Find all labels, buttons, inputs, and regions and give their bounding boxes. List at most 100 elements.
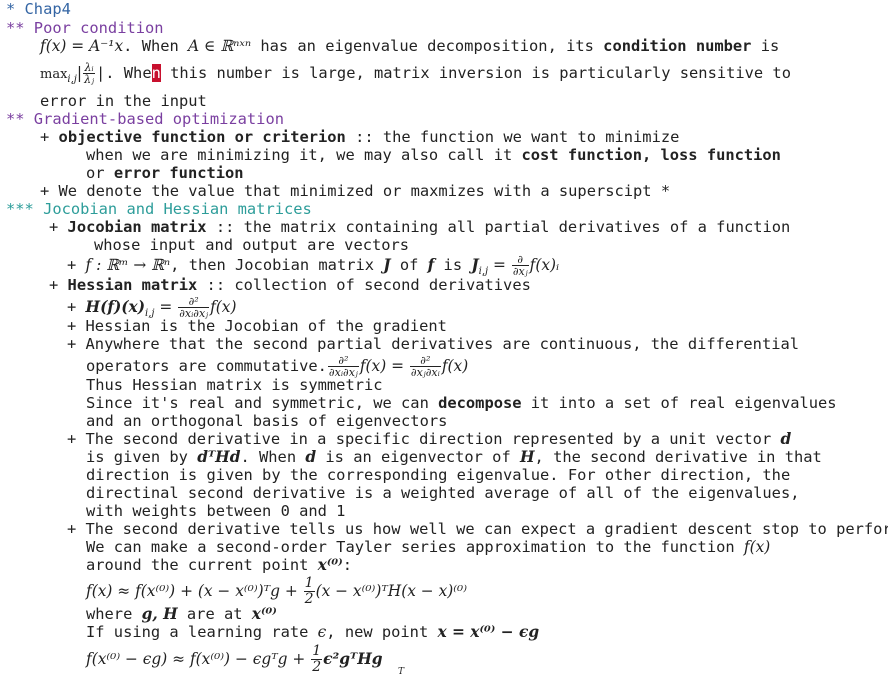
math-inline: H(f)(x) <box>85 298 146 316</box>
math-subscript: i,j <box>67 74 77 86</box>
text-line: or error function <box>86 164 244 182</box>
math-fraction: ∂² ∂xⱼ∂xᵢ <box>409 355 441 379</box>
math-inline: f(x) ≈ f(x⁽⁰⁾) + (x − x⁽⁰⁾)ᵀg + <box>86 582 303 600</box>
heading-poor-condition[interactable]: ** Poor condition <box>6 19 164 37</box>
list-item: + The second derivative tells us how wel… <box>67 520 888 538</box>
equation-line: f(x) ≈ f(x⁽⁰⁾) + (x − x⁽⁰⁾)ᵀg + 1 2 (x − x… <box>86 574 467 608</box>
cut-off-math-fragment: T <box>398 667 405 677</box>
math-fraction: 12 <box>311 643 323 675</box>
bold-term: Jocobian matrix <box>67 218 207 236</box>
text-line: If using a learning rate ϵ, new point x … <box>86 623 539 641</box>
text-fragment: :: the matrix containing all partial der… <box>206 218 791 236</box>
text-fragment: : <box>342 556 353 574</box>
heading-jacobian-hessian[interactable]: *** Jocobian and Hessian matrices <box>6 200 312 218</box>
fraction-numerator: 1 <box>303 575 315 592</box>
list-item: + Hessian matrix :: collection of second… <box>49 276 531 294</box>
math-fraction: 12 <box>303 575 315 607</box>
text-fragment: We can make a second-order Tayler series… <box>86 538 744 556</box>
math-fraction: λᵢ λⱼ <box>83 62 95 85</box>
text-fragment: Since it's real and symmetric, we can <box>86 394 439 412</box>
fraction-denominator: 2 <box>312 659 322 675</box>
text-fragment: , new point <box>326 623 438 641</box>
text-fragment: is given by <box>86 448 198 466</box>
text-fragment: it into a set of real eigenvalues <box>521 394 837 412</box>
math-inline: f(x) = A⁻¹x <box>40 37 124 55</box>
text-line: Thus Hessian matrix is symmetric <box>86 376 383 394</box>
math-inline: f : ℝᵐ → ℝⁿ <box>85 256 171 274</box>
text-line: with weights between 0 and 1 <box>86 502 346 520</box>
text-line: when we are minimizing it, we may also c… <box>86 146 781 164</box>
text-fragment: . When <box>123 37 189 55</box>
math-operator: = <box>488 256 511 274</box>
fraction-numerator: 1 <box>311 643 323 660</box>
text-fragment: . When <box>240 448 306 466</box>
text-line: error in the input <box>40 92 207 110</box>
math-inline: x⁽⁰⁾ <box>317 556 343 574</box>
fraction-denominator: 2 <box>304 591 314 607</box>
math-inline: f(x) = <box>359 357 409 375</box>
heading-gradient-optimization[interactable]: ** Gradient-based optimization <box>6 110 284 128</box>
text-fragment: is <box>751 37 780 55</box>
text-fragment: is <box>434 256 472 274</box>
text-fragment: :: the function we want to minimize <box>345 128 680 146</box>
heading-chap4[interactable]: * Chap4 <box>6 0 71 18</box>
bullet: + <box>67 298 86 316</box>
bullet: + <box>67 256 86 274</box>
math-inline: f(x) <box>441 357 469 375</box>
math-inline: d <box>305 448 317 466</box>
math-inline: g, H <box>141 605 178 623</box>
text-fragment: , the second derivative in that <box>534 448 822 466</box>
text-fragment: |. Whe <box>95 64 152 82</box>
math-inline: A ∈ ℝⁿˣⁿ <box>188 37 252 55</box>
list-item: + Jocobian matrix :: the matrix containi… <box>49 218 790 236</box>
text-fragment: of <box>390 256 428 274</box>
math-inline: d <box>780 430 792 448</box>
list-item: + Anywhere that the second partial deriv… <box>67 335 800 353</box>
text-fragment: where <box>86 605 142 623</box>
math-inline: f(x) <box>210 298 237 316</box>
text-fragment: or <box>86 164 114 182</box>
bullet: + <box>49 218 68 236</box>
text-line: directinal second derivative is a weight… <box>86 484 800 502</box>
bold-term: condition number <box>603 37 752 55</box>
math-inline: x = x⁽⁰⁾ − ϵg <box>437 623 540 641</box>
text-line: f(x) = A⁻¹x. When A ∈ ℝⁿˣⁿ has an eigenv… <box>40 37 779 55</box>
bullet: + <box>49 276 68 294</box>
text-line: Since it's real and symmetric, we can de… <box>86 394 837 412</box>
math-fraction: ∂² ∂xᵢ∂xⱼ <box>327 355 359 378</box>
text-fragment: operators are commutative. <box>86 357 327 375</box>
math-inline: f(x⁽⁰⁾ − ϵg) ≈ f(x⁽⁰⁾) − ϵgᵀg + <box>86 650 311 668</box>
list-item: + We denote the value that minimized or … <box>40 182 671 200</box>
bold-term: decompose <box>438 394 522 412</box>
bold-term: cost function, loss function <box>521 146 781 164</box>
math-inline: (x − x⁽⁰⁾)ᵀH(x − x)⁽⁰⁾ <box>315 582 468 600</box>
text-line: where g, H are at x⁽⁰⁾ <box>86 605 277 623</box>
bullet: + <box>40 128 59 146</box>
text-cursor[interactable]: n <box>151 64 161 82</box>
math-inline: x⁽⁰⁾ <box>251 605 277 623</box>
math-inline: max <box>40 67 68 82</box>
text-fragment: :: collection of second derivatives <box>197 276 531 294</box>
text-line: maxi,j| λᵢ λⱼ |. When this number is large,… <box>40 61 791 86</box>
text-fragment: are at <box>177 605 252 623</box>
text-fragment: has an eigenvalue decomposition, its <box>251 37 604 55</box>
math-inline: f(x)ᵢ <box>529 256 560 274</box>
math-inline: ϵ²gᵀHg <box>323 650 383 668</box>
math-inline: J <box>383 256 391 274</box>
fraction-denominator: ∂xⱼ∂xᵢ <box>410 366 440 379</box>
list-item: + Hessian is the Jocobian of the gradien… <box>67 317 447 335</box>
text-fragment: around the current point <box>86 556 318 574</box>
fraction-denominator: λⱼ <box>84 73 94 86</box>
text-line: and an orthogonal basis of eigenvectors <box>86 412 448 430</box>
math-fraction: ∂² ∂xᵢ∂xⱼ <box>178 296 210 319</box>
math-operator: = <box>154 298 178 316</box>
text-fragment: If using a learning rate <box>86 623 318 641</box>
math-inline: ϵ <box>317 623 327 641</box>
text-line: around the current point x⁽⁰⁾: <box>86 556 352 574</box>
text-fragment: , then Jocobian matrix <box>170 256 384 274</box>
text-fragment: this number is large, matrix inversion i… <box>160 64 791 82</box>
math-inline: dᵀHd <box>197 448 241 466</box>
text-fragment: is an eigenvector of <box>316 448 520 466</box>
text-line: We can make a second-order Tayler series… <box>86 538 770 556</box>
math-inline: J <box>471 256 479 274</box>
